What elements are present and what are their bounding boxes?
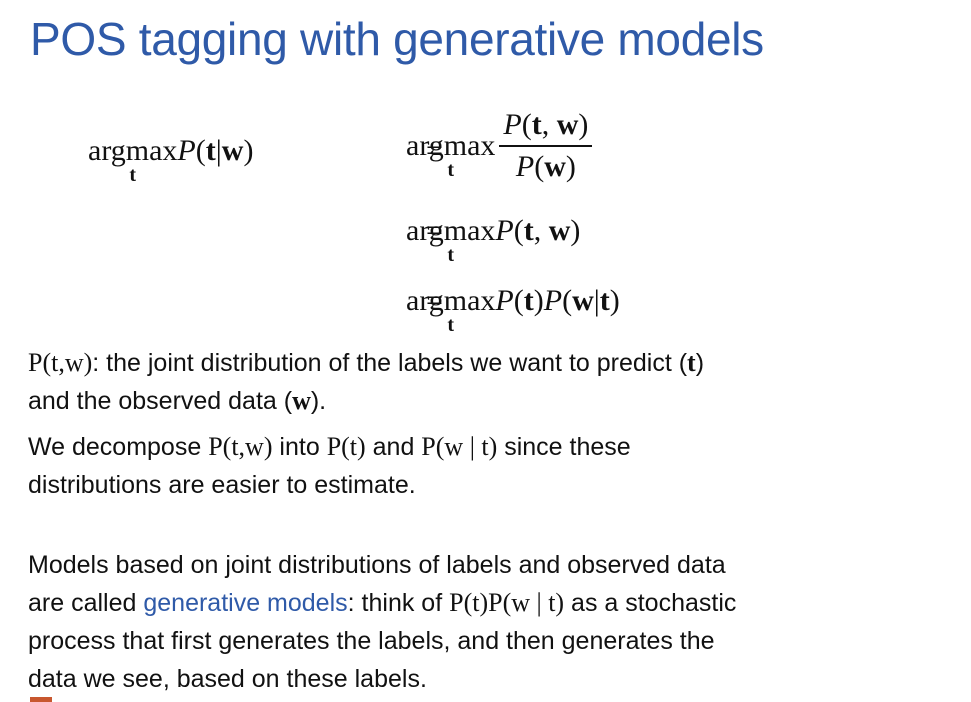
- slide-title: POS tagging with generative models: [30, 13, 764, 65]
- math-term: P(t,w): [28, 348, 93, 377]
- fraction-numerator: P(t, w): [499, 108, 593, 147]
- fraction: P(t, w) P(w): [499, 108, 593, 184]
- equation-block: argmax t P(t|w) = argmax t P(t, w) P(w) = arg…: [88, 108, 708, 348]
- equation-rhs-2: argmax t P(t, w): [406, 214, 581, 266]
- slide-corner-mark: [30, 697, 52, 702]
- argmax-operator: argmax t: [406, 129, 496, 181]
- math-term: P(t): [326, 432, 366, 461]
- paragraph-joint-distribution: P(t,w): the joint distribution of the la…: [28, 348, 705, 415]
- equation-rhs-1: argmax t P(t, w) P(w): [406, 108, 593, 184]
- argmax-subscript: t: [129, 164, 137, 186]
- math-term: P(t,w): [208, 432, 273, 461]
- equation-rhs-3: argmax t P(t)P(w|t): [406, 284, 620, 336]
- argmax-operator: argmax t: [88, 134, 178, 186]
- argmax-operator: argmax t: [406, 284, 496, 336]
- paragraph-generative-models: Models based on joint distributions of l…: [28, 551, 737, 693]
- equation-lhs: argmax t P(t|w): [88, 134, 254, 186]
- paragraph-decompose: We decompose P(t,w) into P(t) and P(w | …: [28, 432, 631, 499]
- math-term: P(t)P(w | t): [449, 588, 565, 617]
- fraction-denominator: P(w): [515, 150, 576, 183]
- argmax-operator: argmax t: [406, 214, 496, 266]
- math-term: P(w | t): [421, 432, 498, 461]
- generative-models-term: generative models: [143, 589, 348, 617]
